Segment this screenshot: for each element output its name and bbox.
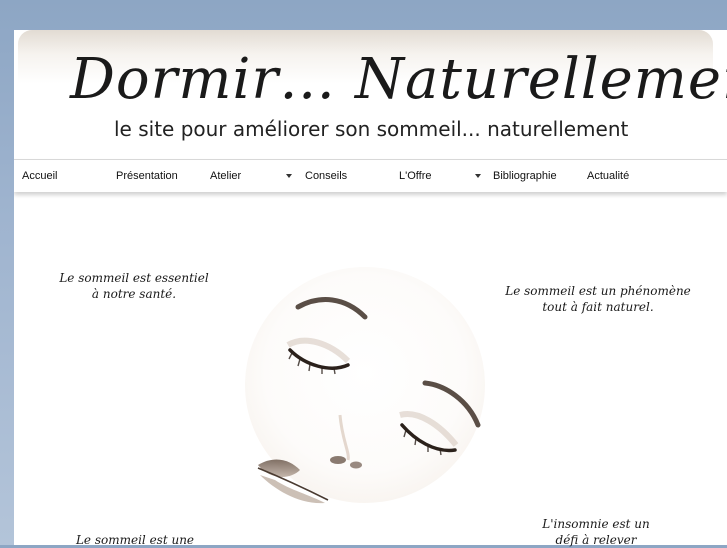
nav-item-presentation[interactable]: Présentation xyxy=(116,160,178,192)
quote-line: à notre santé. xyxy=(91,287,177,301)
nav-item-label: Bibliographie xyxy=(493,170,557,182)
caret-down-icon xyxy=(475,174,481,178)
nav-item-atelier[interactable]: Atelier xyxy=(210,160,292,192)
quote-line: L'insomnie est un xyxy=(542,517,650,531)
quote-bottom-right: L'insomnie est un défi à relever xyxy=(526,516,666,548)
quote-line: Le sommeil est une xyxy=(75,533,195,547)
quote-top-right: Le sommeil est un phénomène tout à fait … xyxy=(500,283,696,315)
quote-bottom-left: Le sommeil est une xyxy=(60,532,210,548)
nav-item-label: Accueil xyxy=(22,170,58,182)
quote-line: Le sommeil est essentiel xyxy=(59,271,209,285)
quote-line: tout à fait naturel. xyxy=(542,300,654,314)
nav-item-actualite[interactable]: Actualité xyxy=(587,160,629,192)
nav-item-label: Actualité xyxy=(587,170,630,182)
caret-down-icon xyxy=(286,174,292,178)
nav-item-accueil[interactable]: Accueil xyxy=(22,160,57,192)
nav-item-bibliographie[interactable]: Bibliographie xyxy=(493,160,557,192)
nav-item-label: L'Offre xyxy=(399,170,432,182)
nav-item-offre[interactable]: L'Offre xyxy=(399,160,481,192)
main-navigation: Accueil Présentation Atelier Conseils L'… xyxy=(14,159,727,192)
quote-line: Le sommeil est un phénomène xyxy=(505,284,691,298)
nav-item-label: Conseils xyxy=(305,170,348,182)
sleeping-face-illustration xyxy=(245,267,485,504)
site-header: Dormir… Naturellement le site pour améli… xyxy=(18,30,727,164)
nav-item-label: Atelier xyxy=(210,170,242,182)
quote-line: défi à relever xyxy=(555,533,637,547)
site-subtitle: le site pour améliorer son sommeil... na… xyxy=(114,117,629,141)
quote-top-left: Le sommeil est essentiel à notre santé. xyxy=(50,270,218,302)
nav-item-conseils[interactable]: Conseils xyxy=(305,160,347,192)
site-title[interactable]: Dormir… Naturellement xyxy=(70,48,727,112)
nav-item-label: Présentation xyxy=(116,170,178,182)
